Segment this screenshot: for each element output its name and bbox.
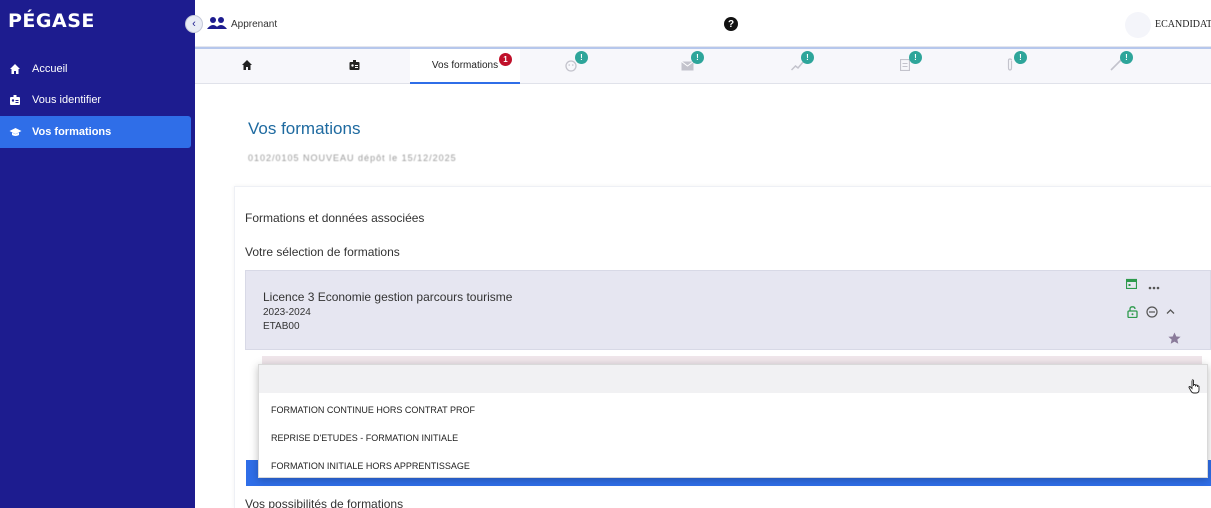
- tab-link[interactable]: !: [1098, 49, 1134, 84]
- tab-vos-formations[interactable]: Vos formations 1: [410, 49, 520, 84]
- dropdown-option[interactable]: FORMATION INITIALE HORS APPRENTISSAGE: [271, 461, 470, 471]
- notification-badge: 1: [499, 53, 512, 66]
- home-icon: [241, 58, 253, 76]
- blurred-subtitle: 0102/0105 NOUVEAU dépôt le 15/12/2025: [248, 153, 457, 163]
- sidebar: PÉGASE Accueil Vous identifier Vos forma…: [0, 0, 195, 508]
- alert-badge: !: [1120, 51, 1133, 64]
- formation-etab: ETAB00: [263, 321, 300, 332]
- formation-title: Licence 3 Economie gestion parcours tour…: [263, 290, 513, 304]
- tab-face[interactable]: !: [553, 49, 589, 84]
- hand-cursor-icon: [1188, 379, 1200, 397]
- tab-chart[interactable]: !: [779, 49, 815, 84]
- alert-badge: !: [691, 51, 704, 64]
- formation-panel[interactable]: Licence 3 Economie gestion parcours tour…: [245, 270, 1211, 350]
- id-card-icon: [348, 58, 361, 76]
- sidebar-item-label: Accueil: [32, 63, 68, 75]
- unlock-icon[interactable]: [1127, 306, 1138, 321]
- calendar-icon[interactable]: [1125, 278, 1138, 292]
- sidebar-item-label: Vos formations: [32, 126, 112, 138]
- sidebar-item-label: Vous identifier: [32, 94, 102, 106]
- id-card-icon: [8, 93, 22, 107]
- alert-badge: !: [1014, 51, 1027, 64]
- top-bar: Apprenant ? ECANDIDAT: [195, 0, 1211, 47]
- avatar[interactable]: [1125, 12, 1151, 38]
- users-icon: [207, 16, 227, 35]
- possibilities-heading: Vos possibilités de formations: [245, 497, 404, 508]
- tab-home[interactable]: [233, 49, 261, 84]
- form-field-strip: [262, 356, 1202, 364]
- chevron-up-icon[interactable]: [1166, 304, 1175, 318]
- sidebar-item-accueil[interactable]: Accueil: [0, 53, 191, 85]
- formation-year: 2023-2024: [263, 307, 311, 318]
- sidebar-item-vos-formations[interactable]: Vos formations: [0, 116, 191, 148]
- collapse-sidebar-button[interactable]: ‹: [185, 15, 203, 33]
- graduation-cap-icon: [8, 125, 22, 139]
- tab-identity[interactable]: [340, 49, 368, 84]
- user-role: Apprenant: [231, 19, 278, 30]
- user-name[interactable]: ECANDIDAT: [1155, 19, 1211, 30]
- paperclip-icon: [1006, 57, 1014, 76]
- help-icon[interactable]: ?: [724, 17, 738, 31]
- alert-badge: !: [909, 51, 922, 64]
- dropdown-input[interactable]: [259, 365, 1207, 393]
- page-title: Vos formations: [248, 119, 361, 138]
- section-heading: Formations et données associées: [245, 211, 425, 225]
- tab-attachments[interactable]: !: [992, 49, 1028, 84]
- tab-document[interactable]: !: [887, 49, 923, 84]
- star-icon[interactable]: [1168, 332, 1181, 348]
- regime-dropdown[interactable]: FORMATION CONTINUE HORS CONTRAT PROF REP…: [258, 364, 1208, 478]
- alert-badge: !: [801, 51, 814, 64]
- selection-heading: Votre sélection de formations: [245, 245, 400, 259]
- document-icon: [899, 58, 911, 76]
- more-options-icon[interactable]: [1148, 279, 1160, 293]
- sidebar-item-vous-identifier[interactable]: Vous identifier: [0, 84, 191, 116]
- alert-badge: !: [575, 51, 588, 64]
- app-logo: PÉGASE: [8, 10, 95, 32]
- tab-label: Vos formations: [431, 60, 499, 71]
- dropdown-option[interactable]: FORMATION CONTINUE HORS CONTRAT PROF: [271, 405, 475, 415]
- dropdown-option[interactable]: REPRISE D'ETUDES - FORMATION INITIALE: [271, 433, 458, 443]
- home-icon: [8, 62, 22, 76]
- tab-mail[interactable]: !: [669, 49, 705, 84]
- tab-bar: Vos formations 1 ! ! ! ! ! !: [195, 47, 1211, 84]
- minus-circle-icon[interactable]: [1146, 306, 1158, 321]
